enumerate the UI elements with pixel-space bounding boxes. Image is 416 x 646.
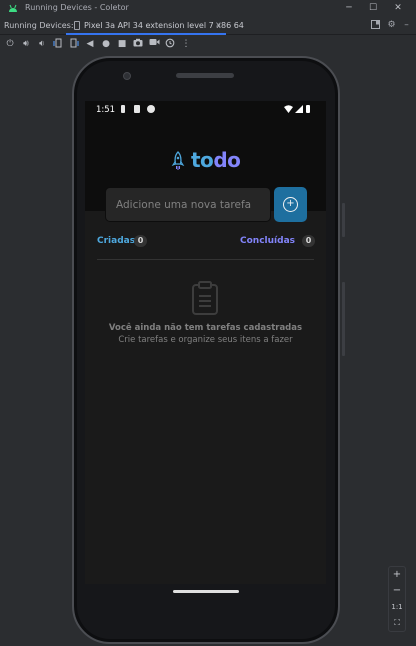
- power-icon[interactable]: ⏻: [4, 38, 16, 50]
- new-task-input[interactable]: Adicione uma nova tarefa: [105, 187, 271, 222]
- zoom-controls: + − 1:1 ⛶: [388, 566, 406, 632]
- device-icon: [74, 21, 80, 30]
- task-counters: Criadas 0 Concluídas 0: [97, 235, 315, 249]
- gesture-handle[interactable]: [173, 590, 239, 593]
- more-icon[interactable]: ⋮: [180, 38, 192, 50]
- screenshot-icon[interactable]: [132, 38, 144, 50]
- status-bar: 1:51: [85, 101, 326, 119]
- layout-icon[interactable]: [370, 20, 381, 31]
- clipboard-icon: [192, 281, 218, 315]
- logo-wordmark-to: to: [191, 148, 214, 172]
- rotate-right-icon[interactable]: [68, 38, 80, 50]
- zoom-out-button[interactable]: −: [389, 583, 405, 599]
- emulator-toolbar: ⏻ 🔊︎ 🔉︎ ◀ ● ■ ⋮: [0, 35, 416, 53]
- running-devices-tabbar: Running Devices: Pixel 3a API 34 extensi…: [0, 17, 416, 35]
- logo-wordmark-do: do: [213, 148, 241, 172]
- rocket-icon: [171, 151, 185, 170]
- list-divider: [97, 259, 314, 260]
- created-count-badge: 0: [134, 235, 147, 247]
- record-icon[interactable]: [148, 38, 160, 50]
- tab-close-icon[interactable]: ×: [215, 20, 222, 29]
- phone-screen[interactable]: 1:51 todo Adicione uma nova tarefa + Cri…: [85, 101, 326, 584]
- front-camera: [123, 72, 131, 80]
- rewind-icon[interactable]: [164, 38, 176, 50]
- android-studio-icon: [9, 4, 17, 12]
- back-icon[interactable]: ◀: [84, 38, 96, 50]
- logo-wordmark: todo: [191, 148, 241, 172]
- overview-icon[interactable]: ■: [116, 38, 128, 50]
- plus-circle-icon: +: [283, 197, 298, 212]
- actual-size-button[interactable]: 1:1: [389, 599, 405, 615]
- sd-card-icon: [134, 105, 140, 113]
- running-devices-label: Running Devices:: [4, 21, 74, 30]
- sync-icon: [147, 105, 155, 113]
- minimize-button[interactable]: ─: [342, 2, 356, 14]
- nav-bar: [85, 584, 326, 606]
- notification-icon: [121, 105, 125, 113]
- empty-state-title: Você ainda não tem tarefas cadastradas: [108, 323, 303, 333]
- wifi-icon: [284, 105, 293, 113]
- rotate-left-icon[interactable]: [52, 38, 64, 50]
- status-time: 1:51: [96, 105, 116, 115]
- home-icon[interactable]: ●: [100, 38, 112, 50]
- fit-screen-button[interactable]: ⛶: [389, 615, 405, 631]
- phone-power-key: [342, 203, 345, 237]
- maximize-button[interactable]: ☐: [366, 2, 380, 14]
- done-label: Concluídas: [240, 236, 295, 246]
- earpiece-speaker: [176, 73, 234, 78]
- todo-logo: todo: [171, 148, 243, 173]
- zoom-in-button[interactable]: +: [389, 567, 405, 583]
- done-count-badge: 0: [302, 235, 315, 247]
- close-window-button[interactable]: ✕: [391, 2, 405, 14]
- volume-up-icon[interactable]: 🔊︎: [20, 38, 32, 50]
- tab-pixel-3a[interactable]: Pixel 3a API 34 extension level 7 x86 64…: [66, 17, 244, 35]
- window-title: Running Devices - Coletor: [25, 3, 129, 12]
- created-label: Criadas: [97, 236, 136, 246]
- phone-volume-key: [342, 282, 345, 356]
- signal-icon: [295, 105, 303, 113]
- minimize-panel-icon[interactable]: –: [401, 20, 412, 31]
- gear-icon[interactable]: ⚙: [386, 20, 397, 31]
- add-task-button[interactable]: +: [274, 187, 307, 222]
- window-titlebar: Running Devices - Coletor ─ ☐ ✕: [0, 0, 416, 17]
- battery-icon: [306, 105, 310, 113]
- empty-state-subtitle: Crie tarefas e organize seus itens a faz…: [118, 335, 293, 345]
- volume-down-icon[interactable]: 🔉︎: [36, 38, 48, 50]
